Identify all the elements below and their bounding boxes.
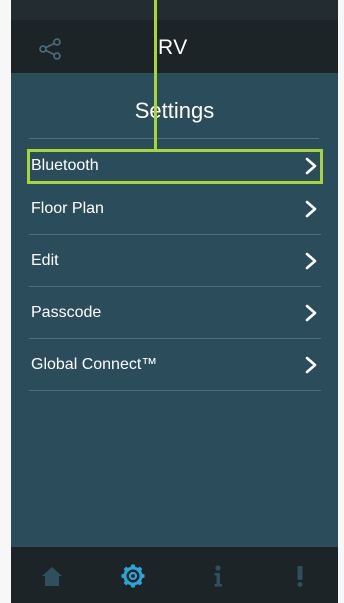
chevron-right-icon [305, 200, 317, 217]
tab-bar [11, 547, 338, 603]
share-icon[interactable] [37, 36, 63, 62]
menu-item-label: Floor Plan [31, 199, 104, 217]
home-icon[interactable] [39, 563, 65, 589]
menu-item-edit[interactable]: Edit [29, 235, 321, 287]
alert-icon[interactable] [287, 563, 313, 589]
menu-item-passcode[interactable]: Passcode [29, 287, 321, 339]
menu-item-label: Edit [31, 251, 59, 269]
menu-item-label: Global Connect™ [31, 355, 158, 373]
menu-item-floor-plan[interactable]: Floor Plan [29, 183, 321, 235]
gear-icon[interactable] [120, 563, 146, 589]
menu-item-label: Passcode [31, 303, 102, 321]
settings-menu: Bluetooth Floor Plan Edit Passcode Globa… [29, 150, 321, 391]
chevron-right-icon [305, 252, 317, 269]
chevron-right-icon [305, 304, 317, 321]
page-title: Settings [134, 98, 215, 123]
title-divider [29, 138, 319, 139]
callout-highlight [27, 149, 323, 184]
app-title: RV [158, 36, 188, 59]
info-icon[interactable] [205, 563, 231, 589]
callout-line [154, 0, 157, 150]
phone-screen: RV Settings Bluetooth Floor Plan Edit Pa… [11, 0, 338, 603]
menu-item-global-connect[interactable]: Global Connect™ [29, 339, 321, 391]
chevron-right-icon [305, 356, 317, 373]
status-bar [11, 0, 338, 20]
